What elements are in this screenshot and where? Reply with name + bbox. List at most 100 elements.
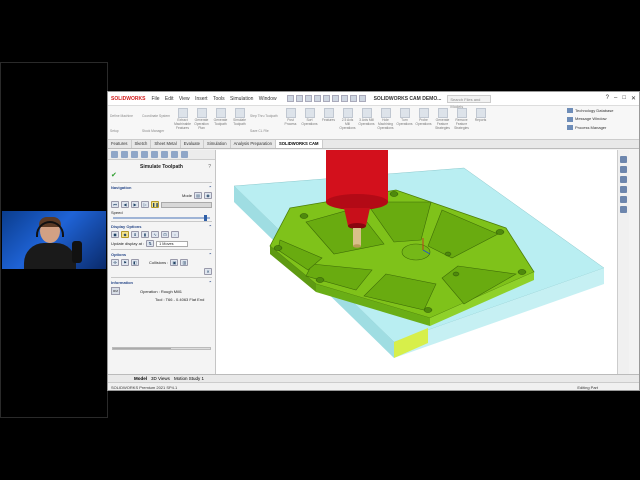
stop-icon[interactable]: ◧ [131, 259, 139, 266]
pause-icon[interactable]: ❚❚ [151, 201, 159, 208]
tab-3d-views[interactable]: 3D Views [151, 376, 170, 381]
menu-tools[interactable]: Tools [213, 96, 225, 102]
file-explorer-icon[interactable] [620, 176, 627, 183]
cam-operation-tree-icon[interactable] [171, 151, 178, 158]
coordinate-system-button[interactable]: Coordinate System [142, 114, 172, 118]
gouge-check-icon[interactable]: ⚑ [121, 259, 129, 266]
close-icon[interactable]: ✕ [631, 95, 636, 102]
setup-button[interactable]: Setup [110, 129, 140, 133]
help-icon[interactable]: ? [208, 164, 211, 170]
tab-sheet-metal[interactable]: Sheet Metal [151, 140, 181, 148]
reports-button[interactable]: Reports [472, 108, 489, 139]
tab-model[interactable]: Model [134, 376, 147, 381]
hole-machining-button[interactable]: Hole Machining Operations [377, 108, 394, 139]
configuration-manager-icon[interactable] [131, 151, 138, 158]
options-header[interactable]: Options ⌃ [111, 252, 212, 257]
tab-simulation[interactable]: Simulation [204, 140, 231, 148]
cam-tool-tree-icon[interactable] [181, 151, 188, 158]
print-icon[interactable] [322, 95, 330, 102]
generate-toolpath-button[interactable]: Generate Toolpath [212, 108, 229, 139]
collision-holder-icon[interactable]: ▣ [170, 259, 179, 266]
home-icon[interactable] [286, 95, 294, 102]
update-display-select[interactable]: 1 Moves [156, 240, 189, 247]
pm-scrollbar[interactable] [112, 347, 211, 350]
mill-25-axis-button[interactable]: 2.5 Axis Mill Operations [339, 108, 356, 139]
show-toolpath-icon[interactable]: ∿ [151, 231, 159, 238]
show-tool-icon[interactable]: ⬇ [131, 231, 139, 238]
collapse-icon[interactable]: ⌃ [209, 252, 212, 257]
clear-collisions-icon[interactable]: ✕ [204, 268, 212, 275]
collapse-icon[interactable]: ⌃ [209, 280, 212, 285]
navigation-header[interactable]: Navigation ⌃ [111, 185, 212, 190]
show-stock-icon[interactable]: ◼ [111, 231, 119, 238]
tab-features[interactable]: Features [108, 140, 132, 148]
dimxpert-icon[interactable] [141, 151, 148, 158]
view-palette-icon[interactable] [620, 186, 627, 193]
tab-motion-study[interactable]: Motion Study 1 [174, 376, 204, 381]
tab-solidworks-cam[interactable]: SOLIDWORKS CAM [275, 140, 323, 148]
open-icon[interactable] [304, 95, 312, 102]
show-part-icon[interactable]: ◆ [121, 231, 129, 238]
rebuild-icon[interactable] [349, 95, 357, 102]
design-library-icon[interactable] [620, 166, 627, 173]
undo-icon[interactable] [331, 95, 339, 102]
extract-features-button[interactable]: Extract Machinable Features [174, 108, 191, 139]
define-machine-button[interactable]: Define Machine [110, 114, 140, 118]
mill-3-axis-button[interactable]: 3 Axis Mill Operations [358, 108, 375, 139]
mode-solid-button[interactable]: ▤ [194, 192, 202, 199]
update-mode-icon[interactable]: ⇅ [146, 240, 155, 247]
save-cl-button[interactable]: Save CL File [250, 129, 280, 133]
tab-evaluate[interactable]: Evaluate [181, 140, 204, 148]
home-icon[interactable] [620, 156, 627, 163]
display-options-header[interactable]: Display Options ⌃ [111, 224, 212, 229]
menu-edit[interactable]: Edit [165, 96, 174, 102]
turn-operations-button[interactable]: Turn Operations [396, 108, 413, 139]
save-icon[interactable] [313, 95, 321, 102]
speed-slider[interactable] [113, 215, 210, 221]
speed-slider-knob[interactable] [204, 215, 207, 221]
simulate-toolpath-button[interactable]: Simulate Toolpath [231, 108, 248, 139]
show-transparent-icon[interactable]: ◌ [171, 231, 179, 238]
feature-strategies-button[interactable]: Generate Feature Strategies [434, 108, 451, 139]
collision-shank-icon[interactable]: ▥ [180, 259, 189, 266]
menu-window[interactable]: Window [259, 96, 277, 102]
graphics-viewport[interactable] [216, 150, 629, 374]
step-back-icon[interactable]: ◀ [121, 201, 129, 208]
rewind-icon[interactable]: ⏮ [111, 201, 119, 208]
features-button[interactable]: Features [320, 108, 337, 139]
menu-insert[interactable]: Insert [195, 96, 208, 102]
sort-operations-button[interactable]: Sort Operations [301, 108, 318, 139]
menu-simulation[interactable]: Simulation [230, 96, 253, 102]
feature-manager-icon[interactable] [111, 151, 118, 158]
custom-properties-icon[interactable] [620, 206, 627, 213]
tool-center-icon[interactable]: ✣ [111, 259, 119, 266]
ok-checkmark-icon[interactable]: ✔ [108, 172, 215, 180]
appearances-icon[interactable] [620, 196, 627, 203]
display-manager-icon[interactable] [151, 151, 158, 158]
show-holder-icon[interactable]: ▮ [141, 231, 149, 238]
step-forward-icon[interactable]: ▷ [141, 201, 149, 208]
collapse-icon[interactable]: ⌃ [209, 224, 212, 229]
play-icon[interactable]: ▶ [131, 201, 139, 208]
show-fixture-icon[interactable]: ⊡ [161, 231, 169, 238]
maximize-icon[interactable]: □ [622, 95, 626, 102]
menu-view[interactable]: View [179, 96, 190, 102]
message-window-button[interactable]: Message Window [567, 116, 637, 121]
help-icon[interactable]: ? [606, 95, 609, 102]
pm-scroll-thumb[interactable] [113, 348, 172, 349]
stock-manager-button[interactable]: Stock Manager [142, 129, 172, 133]
technology-database-button[interactable]: Technology Database [567, 108, 637, 113]
select-icon[interactable] [340, 95, 348, 102]
search-input[interactable]: Search Files and Models [447, 94, 492, 109]
information-header[interactable]: Information ⌃ [111, 280, 212, 285]
cam-feature-tree-icon[interactable] [161, 151, 168, 158]
new-icon[interactable] [295, 95, 303, 102]
step-thru-button[interactable]: Step Thru Toolpath [250, 114, 280, 118]
collapse-icon[interactable]: ⌃ [209, 185, 212, 190]
post-process-button[interactable]: Post Process [282, 108, 299, 139]
generate-plan-button[interactable]: Generate Operation Plan [193, 108, 210, 139]
tab-sketch[interactable]: Sketch [132, 140, 152, 148]
property-manager-icon[interactable] [121, 151, 128, 158]
tab-analysis-preparation[interactable]: Analysis Preparation [231, 140, 276, 148]
mode-stock-button[interactable]: ◉ [204, 192, 212, 199]
